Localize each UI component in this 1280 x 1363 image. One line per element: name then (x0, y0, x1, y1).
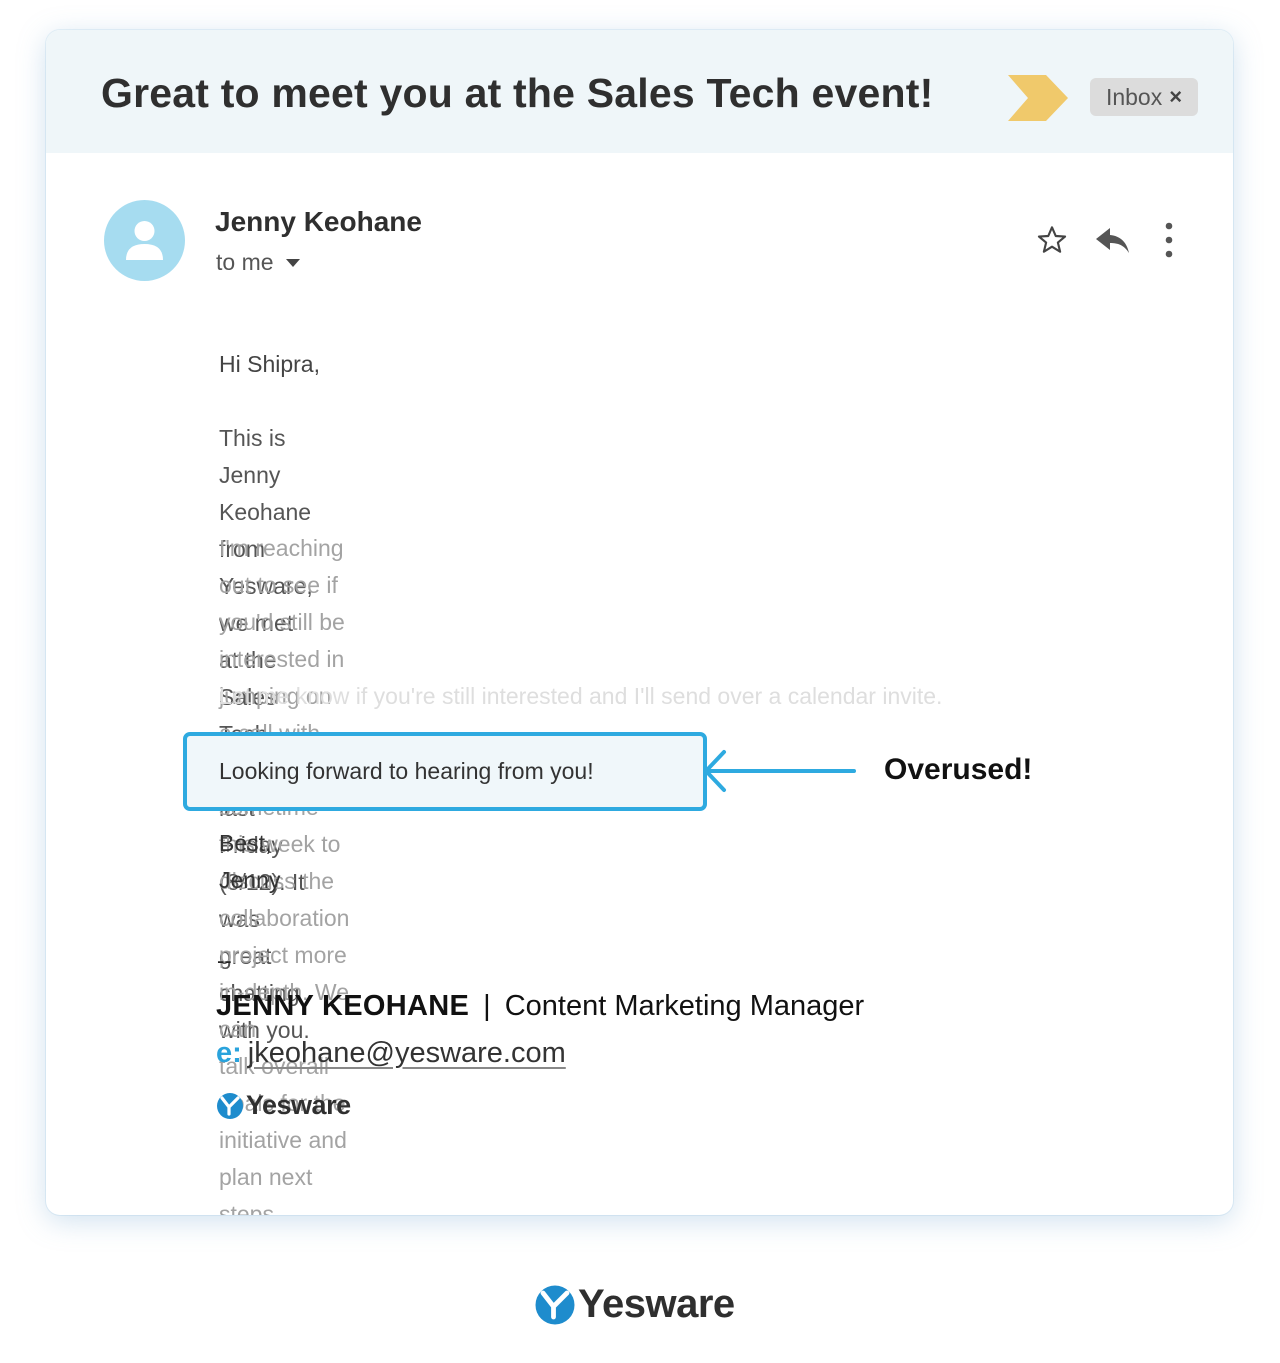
more-vertical-icon[interactable] (1164, 222, 1174, 258)
message-actions (1036, 222, 1174, 258)
yesware-logo-icon (535, 1285, 575, 1324)
signature-email-line: e: jkeohane@yesware.com (216, 1037, 566, 1070)
recipient-text: to me (216, 249, 274, 275)
signature-name-title: JENNY KEOHANE | Content Marketing Manager (216, 990, 864, 1023)
inbox-label-chip: Inbox × (1090, 78, 1198, 116)
importance-marker-icon[interactable] (1008, 75, 1068, 121)
yesware-logo-icon (217, 1092, 243, 1119)
body-paragraph: Let me know if you're still interested a… (219, 683, 943, 709)
person-icon (126, 221, 163, 260)
email-subject: Great to meet you at the Sales Tech even… (101, 70, 934, 116)
signature-title: Content Marketing Manager (504, 990, 865, 1022)
avatar (104, 200, 185, 281)
email-label: e: (216, 1037, 242, 1069)
footer-logo: Yesware (534, 1282, 735, 1327)
footer-logo-text: Yesware (578, 1282, 735, 1326)
arrow-left-icon (704, 750, 856, 792)
signature-separator: -- (217, 948, 232, 973)
body-paragraph: Hi Shipra, (219, 351, 320, 377)
highlighted-closing-line: Looking forward to hearing from you! (183, 732, 707, 811)
recipient-dropdown-icon[interactable] (285, 258, 300, 267)
signoff: Best, Jenny (219, 830, 281, 893)
sender-name: Jenny Keohane (215, 206, 422, 237)
closing-line-text: Looking forward to hearing from you! (219, 758, 594, 784)
annotation-label: Overused! (884, 753, 1033, 786)
recipient-summary: to me (216, 249, 300, 276)
reply-icon[interactable] (1094, 224, 1132, 256)
signature-logo: Yesware (216, 1090, 351, 1121)
remove-label-button[interactable]: × (1169, 84, 1182, 110)
email-card: Great to meet you at the Sales Tech even… (46, 30, 1233, 1215)
signature-divider: | (483, 990, 491, 1022)
star-icon[interactable] (1036, 224, 1068, 256)
signature-email-link[interactable]: jkeohane@yesware.com (248, 1037, 566, 1069)
inbox-label: Inbox (1105, 83, 1163, 110)
signature-name: JENNY KEOHANE (216, 990, 470, 1022)
signature-logo-text: Yesware (246, 1090, 351, 1120)
subject-bar: Great to meet you at the Sales Tech even… (46, 30, 1233, 153)
